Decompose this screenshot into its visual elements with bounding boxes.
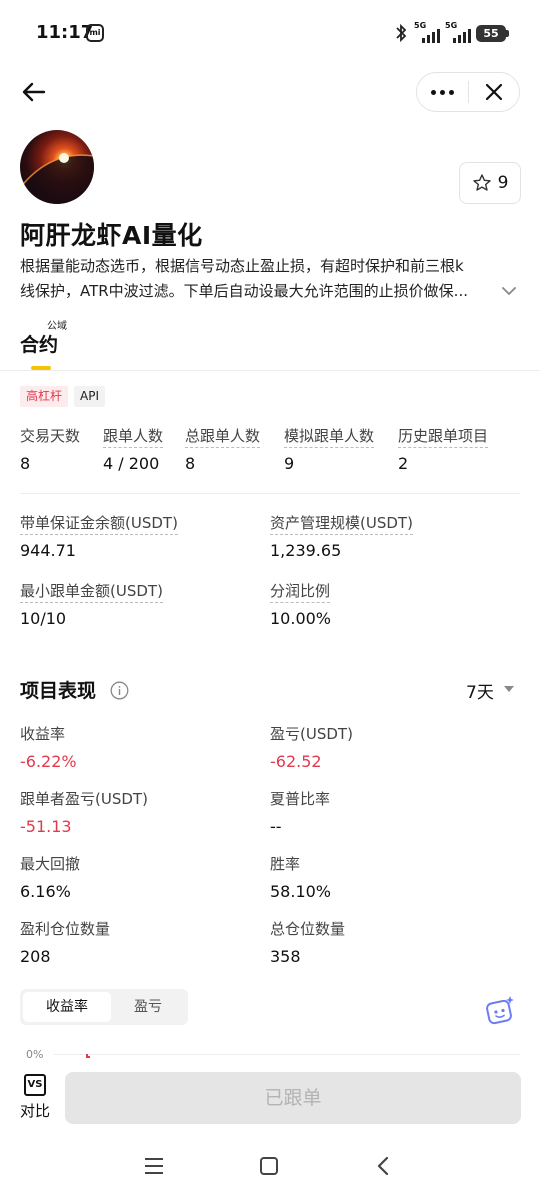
stat-label: 交易天数 [20, 427, 81, 445]
tag-high-leverage: 高杠杆 [20, 386, 69, 407]
star-icon [472, 174, 491, 191]
metric-value: 6.16% [20, 882, 71, 901]
stat-value: 8 [20, 454, 31, 473]
tab-contract[interactable]: 合约 [20, 330, 58, 357]
stat-value: 1,239.65 [270, 541, 342, 560]
project-title: 阿肝龙虾AI量化 [20, 221, 203, 250]
planet-sunrise-image [20, 153, 94, 204]
status-time: 11:17 [36, 22, 94, 43]
stat-label[interactable]: 跟单人数 [103, 425, 164, 448]
stat-value: 8 [185, 454, 196, 473]
segment-pnl[interactable]: 盈亏 [111, 992, 185, 1022]
stat-label[interactable]: 模拟跟单人数 [284, 425, 375, 448]
metric-value: 208 [20, 947, 51, 966]
bluetooth-icon [396, 23, 407, 43]
chart-segment-control: 收益率 盈亏 [20, 989, 188, 1025]
metric-value: -6.22% [20, 752, 77, 771]
description-line: 线保护，ATR中波过滤。下单后自动设最大允许范围的止损价做保... [20, 282, 468, 300]
metric-label: 收益率 [20, 725, 66, 743]
metric-value: 58.10% [270, 882, 332, 901]
stat-value: 944.71 [20, 541, 76, 560]
stat-label[interactable]: 历史跟单项目 [398, 425, 489, 448]
metric-label: 跟单者盈亏(USDT) [20, 790, 148, 808]
segment-return-rate[interactable]: 收益率 [23, 992, 111, 1022]
carrier-badge-icon: mi [86, 24, 104, 42]
project-description[interactable]: 根据量能动态选币，根据信号动态止盈止损，有超时保护和前三根k 线保护，ATR中波… [20, 254, 490, 304]
metric-label: 胜率 [270, 855, 301, 873]
nav-back-icon[interactable] [374, 1156, 392, 1176]
header-action-pill [416, 72, 520, 112]
metric-label: 夏普比率 [270, 790, 331, 808]
stat-label[interactable]: 分润比例 [270, 580, 331, 603]
stat-label[interactable]: 带单保证金余额(USDT) [20, 512, 178, 535]
favorite-count: 9 [497, 173, 509, 193]
more-dots-icon[interactable] [417, 72, 468, 112]
metric-label: 盈亏(USDT) [270, 725, 353, 743]
tag-api: API [74, 386, 105, 407]
compare-label[interactable]: 对比 [20, 1100, 50, 1121]
section-title: 项目表现 [20, 680, 97, 702]
stat-value: 4 / 200 [103, 454, 160, 473]
metric-value: -- [270, 817, 282, 836]
stat-value: 9 [284, 454, 295, 473]
status-icons: 5G 5G 55 [393, 21, 509, 44]
info-icon[interactable] [110, 681, 129, 700]
home-icon[interactable] [260, 1157, 278, 1175]
metric-label: 最大回撤 [20, 855, 81, 873]
stat-label[interactable]: 最小跟单金额(USDT) [20, 580, 163, 603]
favorite-button[interactable]: 9 [459, 162, 521, 204]
period-select[interactable]: 7天 [466, 678, 494, 703]
stat-label[interactable]: 总跟单人数 [185, 425, 261, 448]
chevron-down-icon[interactable] [500, 284, 518, 298]
divider [20, 493, 520, 494]
signal-icon: 5G [445, 21, 471, 43]
signal-icon: 5G [414, 21, 440, 43]
followed-button[interactable]: 已跟单 [65, 1072, 521, 1124]
description-line: 根据量能动态选币，根据信号动态止盈止损，有超时保护和前三根k [20, 257, 464, 275]
battery-icon: 55 [476, 24, 509, 42]
metric-value: -51.13 [20, 817, 72, 836]
metric-value: 358 [270, 947, 301, 966]
stat-value: 10.00% [270, 609, 332, 628]
stat-label[interactable]: 资产管理规模(USDT) [270, 512, 413, 535]
ai-assistant-icon[interactable] [484, 994, 516, 1026]
metric-label: 盈利仓位数量 [20, 920, 111, 938]
close-button[interactable] [469, 72, 519, 112]
menu-icon[interactable] [144, 1157, 164, 1175]
stat-value: 10/10 [20, 609, 67, 628]
avatar [20, 130, 94, 204]
status-bar: 11:17 mi 5G 5G 55 [0, 0, 540, 66]
close-icon [485, 83, 503, 101]
compare-vs-icon[interactable]: VS [24, 1074, 46, 1096]
chart-gridline [54, 1054, 520, 1055]
stat-value: 2 [398, 454, 409, 473]
caret-down-icon[interactable] [504, 686, 514, 692]
metric-label: 总仓位数量 [270, 920, 346, 938]
chart-line-fragment [86, 1054, 90, 1058]
metric-value: -62.52 [270, 752, 322, 771]
arrow-left-icon[interactable] [18, 76, 50, 108]
divider [0, 370, 540, 371]
